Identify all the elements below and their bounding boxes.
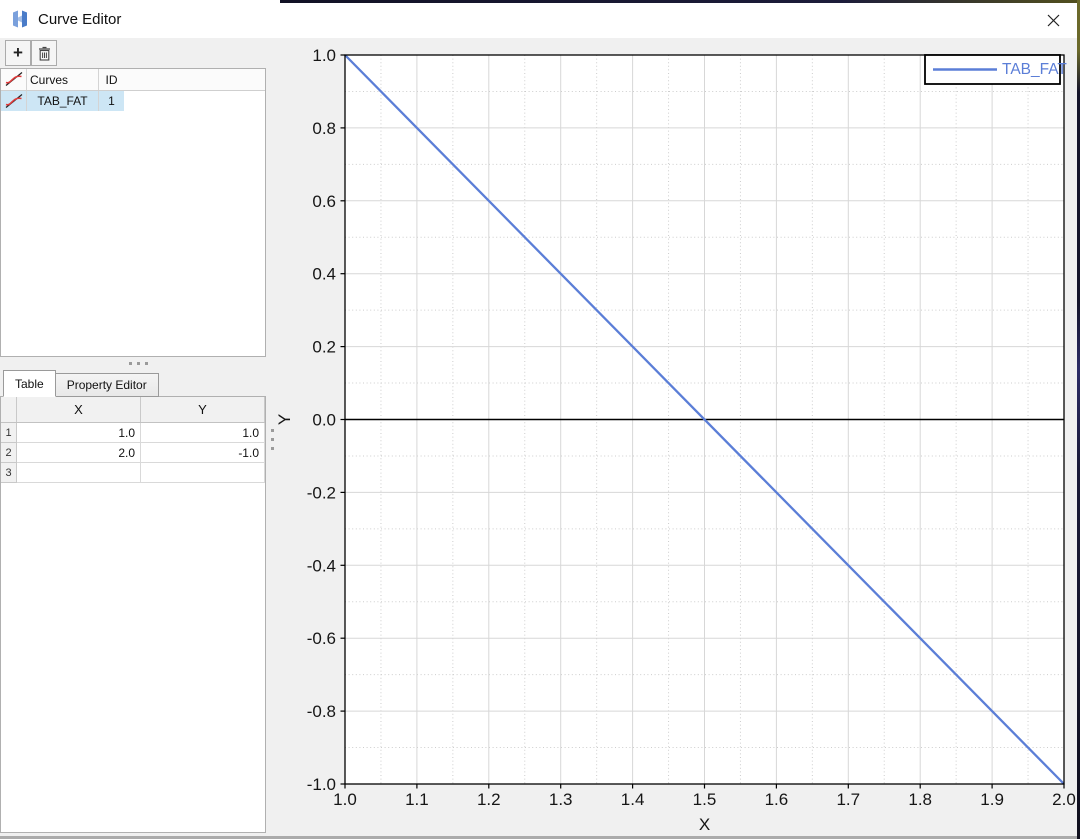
x-value-cell[interactable]	[17, 463, 141, 483]
x-tick-label: 1.4	[621, 790, 645, 809]
add-curve-button[interactable]: +	[5, 40, 31, 66]
y-tick-label: 0.0	[312, 410, 336, 429]
chart-panel: 1.0 1.1 1.2 1.3 1.4 1.5 1.6 1.7 1.8 1.9 2.0 1.0 0.8 0…	[275, 38, 1077, 839]
close-button[interactable]	[1043, 10, 1063, 30]
y-axis-label: Y	[276, 414, 294, 425]
table-row: 3	[1, 463, 265, 483]
tab-bar: Table Property Editor	[3, 370, 159, 397]
x-tick-label: 1.9	[980, 790, 1004, 809]
legend[interactable]: TAB_FAT	[924, 54, 1067, 85]
table-row: 1 1.0 1.0	[1, 423, 265, 443]
x-tick-label: 1.5	[693, 790, 717, 809]
y-value-cell[interactable]: -1.0	[141, 443, 265, 463]
y-tick-label: -0.6	[307, 629, 336, 648]
y-tick-label: -0.2	[307, 483, 336, 502]
window-titlebar: Curve Editor	[0, 0, 1077, 38]
vertical-splitter[interactable]	[268, 421, 276, 457]
y-tick-label: 0.6	[312, 192, 336, 211]
y-tick-label: 0.2	[312, 338, 336, 357]
curve-name: TAB_FAT	[27, 91, 99, 111]
curve-list-item[interactable]: TAB_FAT 1	[1, 91, 124, 111]
row-number-header	[1, 397, 17, 422]
x-value-cell[interactable]: 1.0	[17, 423, 141, 443]
app-logo-icon	[13, 10, 27, 28]
desktop-edge	[280, 0, 1080, 3]
close-icon	[1047, 14, 1059, 26]
y-tick-label: -0.8	[307, 702, 336, 721]
legend-entry-label: TAB_FAT	[1002, 61, 1067, 78]
curves-list-panel: Curves ID TAB_FAT 1	[0, 68, 266, 357]
y-tick-label: 1.0	[312, 46, 336, 65]
curve-id: 1	[108, 94, 115, 108]
curve-editor-window: Curve Editor + Curves ID TAB_FAT 1 Table…	[0, 0, 1080, 839]
x-tick-label: 1.6	[765, 790, 789, 809]
curve-icon	[1, 69, 27, 90]
id-column-header: ID	[105, 72, 118, 87]
curves-list-header: Curves ID	[1, 69, 265, 91]
x-column-header: X	[17, 397, 141, 422]
curve-icon	[1, 91, 27, 111]
y-tick-label: 0.8	[312, 119, 336, 138]
row-number: 1	[1, 423, 17, 443]
trash-icon	[38, 46, 50, 61]
curves-column-header: Curves	[27, 69, 99, 90]
delete-curve-button[interactable]	[31, 40, 57, 66]
y-tick-label: -1.0	[307, 775, 336, 794]
x-tick-label: 1.7	[836, 790, 860, 809]
row-number: 2	[1, 443, 17, 463]
x-tick-label: 1.2	[477, 790, 501, 809]
tab-table[interactable]: Table	[3, 370, 56, 397]
table-row: 2 2.0 -1.0	[1, 443, 265, 463]
window-title: Curve Editor	[38, 11, 122, 28]
x-value-cell[interactable]: 2.0	[17, 443, 141, 463]
points-table-header: X Y	[1, 397, 265, 423]
horizontal-splitter[interactable]	[0, 357, 276, 370]
tab-property-editor[interactable]: Property Editor	[55, 373, 159, 397]
x-tick-label: 1.3	[549, 790, 573, 809]
toolbar: +	[0, 38, 276, 68]
x-tick-label: 1.0	[333, 790, 357, 809]
row-number: 3	[1, 463, 17, 483]
x-tick-label: 2.0	[1052, 790, 1076, 809]
points-table-panel: X Y 1 1.0 1.0 2 2.0 -1.0 3	[0, 396, 266, 833]
curve-chart[interactable]: 1.0 1.1 1.2 1.3 1.4 1.5 1.6 1.7 1.8 1.9 2.0 1.0 0.8 0…	[275, 38, 1077, 839]
y-value-cell[interactable]	[141, 463, 265, 483]
x-tick-label: 1.8	[908, 790, 932, 809]
y-value-cell[interactable]: 1.0	[141, 423, 265, 443]
y-tick-label: 0.4	[312, 265, 336, 284]
y-tick-label: -0.4	[307, 556, 336, 575]
x-tick-label: 1.1	[405, 790, 429, 809]
x-axis-label: X	[699, 815, 710, 834]
y-column-header: Y	[141, 397, 265, 422]
